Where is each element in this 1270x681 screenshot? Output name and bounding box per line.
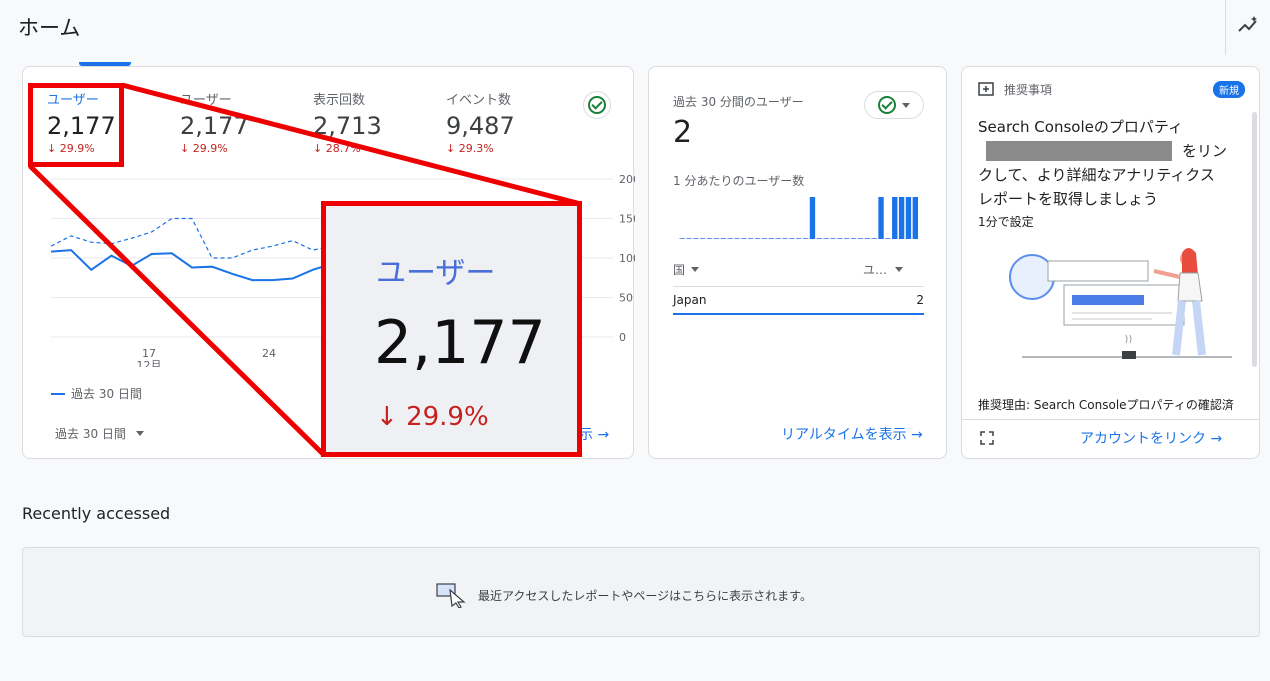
link-account-link[interactable]: アカウントをリンク → (1080, 428, 1222, 448)
country-header-label: 国 (673, 263, 686, 277)
realtime-bar (912, 197, 918, 239)
realtime-bar (816, 238, 822, 239)
realtime-bar (871, 238, 877, 239)
realtime-bar (754, 238, 761, 239)
caret-down-icon (691, 267, 700, 272)
realtime-bar (686, 238, 692, 239)
realtime-bar (713, 238, 720, 239)
recommendation-title-line: クして、より詳細なアナリティクス (978, 166, 1215, 184)
caret-down-icon (902, 102, 910, 108)
view-realtime-link[interactable]: リアルタイムを表示 → (781, 424, 923, 444)
check-circle-icon (878, 96, 896, 114)
realtime-bar (823, 238, 829, 239)
realtime-bar (768, 238, 774, 239)
realtime-bar (844, 238, 850, 239)
users-cell: 2 (916, 293, 924, 307)
fullscreen-icon[interactable] (980, 431, 994, 445)
zoom-metric-label: ユーザー (376, 256, 496, 291)
users-header-label: ユ… (863, 263, 888, 277)
realtime-card: 過去 30 分間のユーザー 2 1 分あたりのユーザー数 国 ユ… Japan … (648, 66, 947, 459)
arrow-right-icon: → (1210, 431, 1223, 447)
realtime-bar (850, 238, 857, 239)
setup-time: 1分で設定 (978, 215, 1034, 229)
empty-state-text: 最近アクセスしたレポートやページはこちらに表示されます。 (478, 588, 812, 603)
table-divider (673, 286, 924, 287)
recommendation-illustration (1009, 248, 1232, 359)
realtime-bar (837, 238, 843, 239)
recommendation-reason: 推奨理由: Search Consoleプロパティの確認済 (978, 398, 1234, 412)
recently-accessed-heading: Recently accessed (22, 504, 171, 523)
realtime-title: 過去 30 分間のユーザー (673, 95, 804, 109)
new-badge: 新規 (1213, 81, 1245, 98)
view-realtime-link-text: リアルタイムを表示 (781, 427, 907, 443)
recommendation-title-line: レポートを取得しましょう (978, 190, 1159, 208)
recommendation-header: 推奨事項 (978, 81, 1052, 98)
realtime-bar-chart (679, 197, 918, 239)
realtime-bar (741, 238, 747, 239)
realtime-bar (700, 238, 706, 239)
scrollbar-thumb[interactable] (1252, 112, 1257, 367)
recently-accessed-panel: 最近アクセスしたレポートやページはこちらに表示されます。 (22, 547, 1260, 637)
recommendation-title-line: Search Consoleのプロパティ (978, 118, 1183, 136)
link-account-text: アカウントをリンク (1080, 431, 1206, 447)
realtime-bar (905, 197, 912, 239)
realtime-bar (857, 238, 864, 239)
realtime-value: 2 (673, 115, 693, 150)
redacted-block (986, 141, 1172, 161)
realtime-bar (706, 238, 713, 239)
zoom-callout: ユーザー 2,177 ↓ 29.9% (321, 201, 582, 457)
country-cell: Japan (673, 293, 707, 307)
recommendation-card: 推奨事項 新規 Search Consoleのプロパティ をリン クして、より詳… (961, 66, 1260, 459)
recommendation-header-label: 推奨事項 (1004, 83, 1053, 97)
realtime-bar (878, 197, 884, 239)
realtime-bar (809, 197, 816, 239)
recommendation-icon (978, 81, 994, 96)
realtime-bar (720, 238, 726, 239)
realtime-bar (748, 238, 754, 239)
zoom-metric-delta: ↓ 29.9% (376, 402, 489, 432)
realtime-bar (727, 238, 733, 239)
realtime-bar (898, 197, 905, 239)
recommendation-title: Search Consoleのプロパティ をリン クして、より詳細なアナリティク… (978, 115, 1248, 211)
cursor-click-icon (436, 583, 466, 608)
zoom-metric-value: 2,177 (374, 308, 546, 378)
realtime-bar (892, 197, 898, 239)
caret-down-icon (895, 267, 904, 272)
realtime-bar (885, 238, 891, 239)
country-column-header[interactable]: 国 (673, 261, 700, 278)
row-bar (673, 313, 924, 315)
table-row: Japan 2 (673, 293, 924, 307)
realtime-quality-dropdown[interactable] (864, 91, 924, 119)
realtime-bar (864, 238, 870, 239)
per-minute-label: 1 分あたりのユーザー数 (673, 174, 805, 188)
realtime-bar (789, 238, 795, 239)
card-divider (962, 419, 1259, 420)
realtime-bar (796, 238, 802, 239)
realtime-bar (775, 238, 781, 239)
realtime-bar (802, 238, 809, 239)
realtime-bar (693, 238, 699, 239)
realtime-bar (679, 238, 685, 239)
empty-state: 最近アクセスしたレポートやページはこちらに表示されます。 (436, 582, 812, 608)
realtime-bar (734, 238, 740, 239)
arrow-right-icon: → (911, 427, 923, 443)
users-column-header[interactable]: ユ… (863, 261, 904, 278)
recommendation-title-line: をリン (978, 139, 1248, 163)
realtime-bar (830, 238, 836, 239)
realtime-bar (761, 238, 768, 239)
realtime-bar (782, 238, 788, 239)
